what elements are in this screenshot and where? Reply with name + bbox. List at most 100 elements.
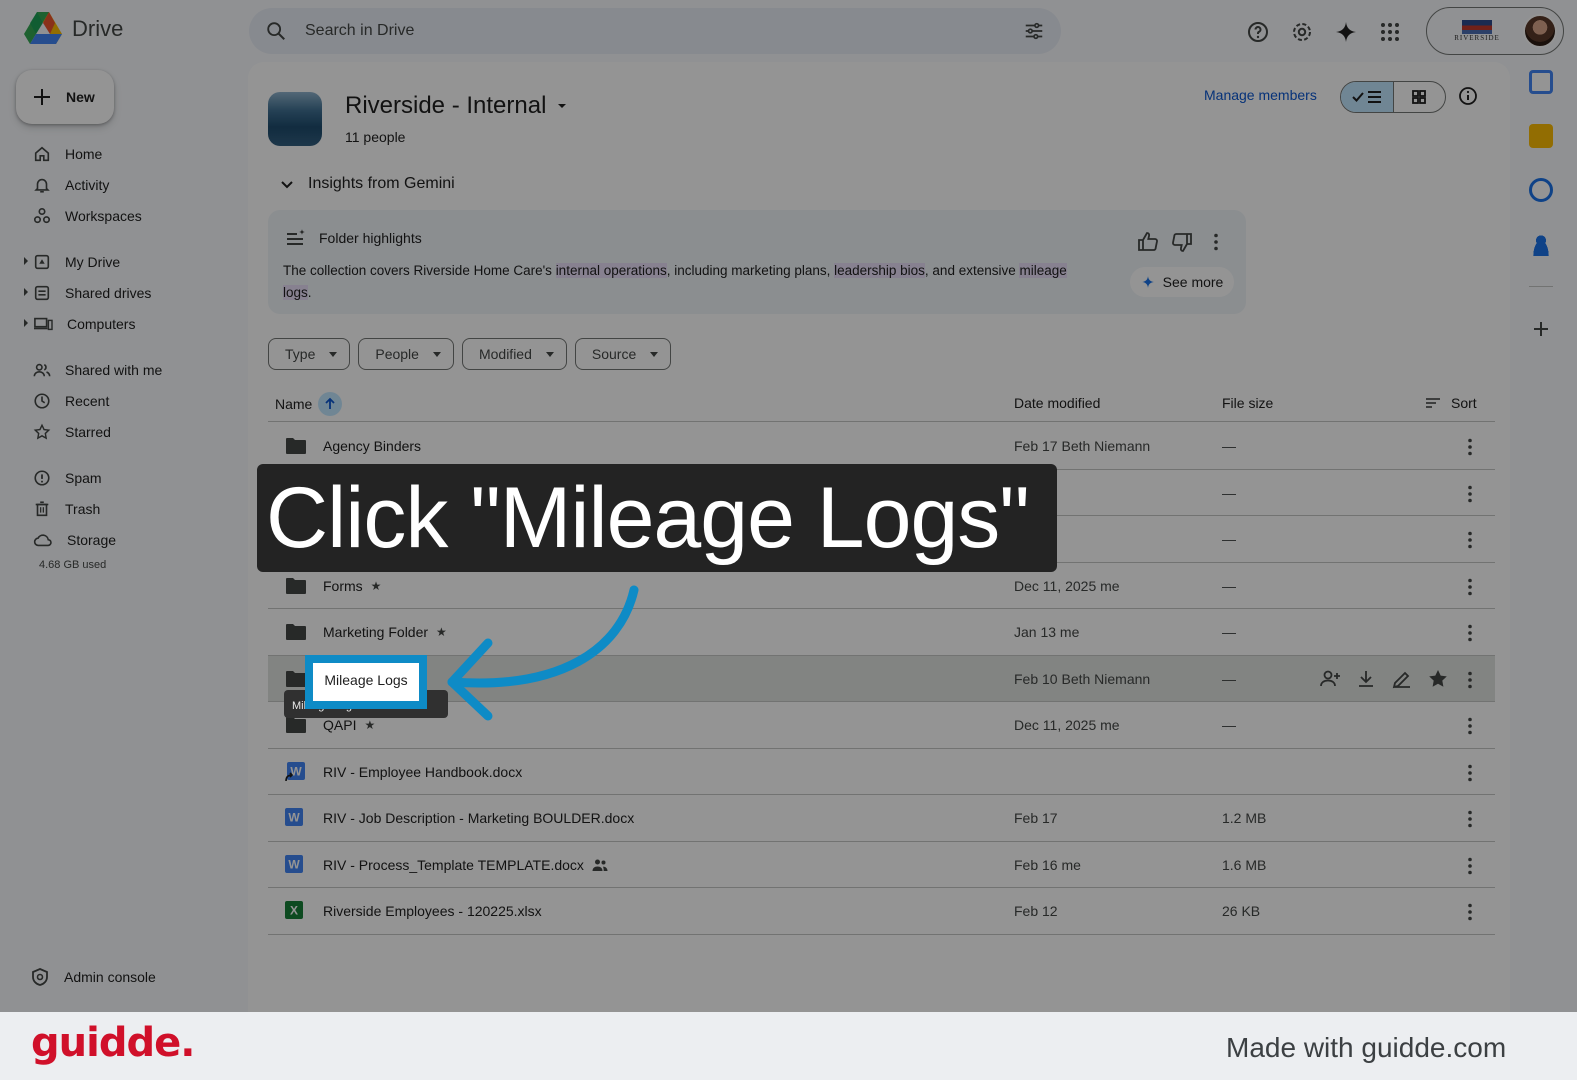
sidebar-item-activity[interactable]: Activity bbox=[0, 169, 240, 200]
new-button[interactable]: New bbox=[16, 70, 114, 124]
sidebar-item-storage[interactable]: Storage bbox=[0, 524, 240, 555]
sort-button[interactable]: Sort bbox=[1425, 395, 1477, 411]
starred-icon: ★ bbox=[370, 578, 382, 593]
folder-highlights-title: Folder highlights bbox=[319, 230, 422, 246]
file-row[interactable]: W RIV - Job Description - Marketing BOULD… bbox=[268, 795, 1495, 842]
made-with-text: Made with guidde.com bbox=[1226, 1032, 1507, 1063]
header-actions bbox=[1240, 14, 1408, 50]
file-name[interactable]: RIV - Employee Handbook.docx bbox=[323, 764, 522, 780]
sidebar-item-recent[interactable]: Recent bbox=[0, 385, 240, 416]
manage-members-link[interactable]: Manage members bbox=[1204, 87, 1317, 103]
expand-caret-icon[interactable] bbox=[24, 319, 28, 327]
file-size: — bbox=[1222, 577, 1236, 594]
sidebar-item-spam[interactable]: Spam bbox=[0, 462, 240, 493]
download-icon[interactable] bbox=[1354, 667, 1378, 691]
tasks-icon[interactable] bbox=[1529, 178, 1553, 202]
file-row[interactable]: Marketing Folder ★ Jan 13 me — bbox=[268, 609, 1495, 656]
sidebar-item-computers[interactable]: Computers bbox=[0, 308, 240, 339]
sidebar-item-shared-with-me[interactable]: Shared with me bbox=[0, 354, 240, 385]
apps-grid-icon[interactable] bbox=[1372, 14, 1408, 50]
see-more-button[interactable]: See more bbox=[1130, 267, 1234, 297]
more-actions-icon[interactable] bbox=[1458, 621, 1482, 648]
more-actions-icon[interactable] bbox=[1458, 900, 1482, 927]
file-row[interactable]: W RIV - Process_Template TEMPLATE.docx Feb… bbox=[268, 842, 1495, 888]
star-icon[interactable] bbox=[1426, 667, 1450, 691]
help-icon[interactable] bbox=[1240, 14, 1276, 50]
more-actions-icon[interactable] bbox=[1458, 668, 1482, 695]
file-name-cell: Forms ★ bbox=[323, 578, 381, 594]
file-size: — bbox=[1222, 438, 1236, 454]
add-addon-plus-icon[interactable] bbox=[1529, 317, 1553, 341]
expand-caret-icon[interactable] bbox=[24, 257, 28, 265]
contacts-icon[interactable] bbox=[1529, 232, 1553, 256]
highlighted-target-mileage-logs[interactable]: Mileage Logs bbox=[305, 655, 427, 709]
file-name[interactable]: QAPI bbox=[323, 717, 356, 733]
share-person-add-icon[interactable] bbox=[1318, 667, 1342, 691]
thumbs-down-icon[interactable] bbox=[1170, 230, 1194, 254]
sidebar-item-label: Shared drives bbox=[65, 284, 152, 301]
account-switcher[interactable]: RIVERSIDE bbox=[1426, 7, 1564, 55]
more-actions-icon[interactable] bbox=[1458, 575, 1482, 602]
file-row[interactable]: Agency Binders Feb 17 Beth Niemann — bbox=[268, 423, 1495, 470]
highlight-keyword[interactable]: leadership bios bbox=[834, 263, 925, 278]
search-input[interactable] bbox=[305, 22, 1023, 40]
gemini-insights-toggle[interactable]: Insights from Gemini bbox=[280, 175, 455, 193]
more-actions-icon[interactable] bbox=[1458, 435, 1482, 462]
more-actions-icon[interactable] bbox=[1458, 807, 1482, 834]
filter-type[interactable]: Type bbox=[268, 338, 351, 370]
filter-modified[interactable]: Modified bbox=[461, 338, 567, 370]
more-actions-icon[interactable] bbox=[1458, 854, 1482, 881]
column-size-header[interactable]: File size bbox=[1222, 395, 1273, 411]
sidebar-item-workspaces[interactable]: Workspaces bbox=[0, 200, 240, 231]
more-actions-icon[interactable] bbox=[1458, 761, 1482, 788]
user-avatar[interactable] bbox=[1523, 14, 1557, 48]
column-date-header[interactable]: Date modified bbox=[1014, 395, 1100, 411]
sort-ascending-icon[interactable] bbox=[318, 392, 343, 416]
gemini-section-title: Insights from Gemini bbox=[308, 175, 455, 192]
highlight-keyword[interactable]: internal operations bbox=[555, 263, 667, 278]
file-row[interactable]: X Riverside Employees - 120225.xlsx Feb 12… bbox=[268, 888, 1495, 935]
rename-pencil-icon[interactable] bbox=[1390, 667, 1414, 691]
date-modified: Feb 10 Beth Niemann bbox=[1014, 670, 1151, 687]
drive-member-count: 11 people bbox=[345, 129, 406, 145]
file-row[interactable]: Mileage Logs Feb 10 Beth Niemann — bbox=[268, 655, 1495, 702]
svg-text:X: X bbox=[290, 904, 298, 918]
settings-gear-icon[interactable] bbox=[1284, 14, 1320, 50]
sidebar-item-label: Trash bbox=[65, 500, 101, 517]
search-options-icon[interactable] bbox=[1023, 20, 1045, 42]
gemini-spark-icon[interactable] bbox=[1328, 14, 1364, 50]
file-name[interactable]: RIV - Job Description - Marketing BOULDE… bbox=[323, 810, 634, 826]
sidebar-item-starred[interactable]: Starred bbox=[0, 416, 240, 447]
sidebar-item-home[interactable]: Home bbox=[0, 138, 240, 169]
search-bar[interactable] bbox=[249, 8, 1061, 54]
column-name-header[interactable]: Name bbox=[275, 392, 343, 416]
calendar-icon[interactable] bbox=[1529, 70, 1553, 94]
sidebar-item-shared-drives[interactable]: Shared drives bbox=[0, 277, 240, 308]
more-vert-icon[interactable] bbox=[1204, 230, 1228, 254]
grid-view-button[interactable] bbox=[1394, 82, 1446, 112]
file-name[interactable]: Marketing Folder bbox=[323, 624, 428, 640]
filter-people[interactable]: People bbox=[358, 338, 454, 370]
more-actions-icon[interactable] bbox=[1458, 482, 1482, 509]
thumbs-up-icon[interactable] bbox=[1136, 230, 1160, 254]
drive-logo[interactable]: Drive bbox=[24, 12, 123, 46]
keep-icon[interactable] bbox=[1529, 124, 1553, 148]
file-name[interactable]: RIV - Process_Template TEMPLATE.docx bbox=[323, 857, 584, 873]
sidebar-item-trash[interactable]: Trash bbox=[0, 493, 240, 524]
filter-source[interactable]: Source bbox=[574, 338, 672, 370]
workspaces-icon bbox=[33, 207, 51, 223]
shared-drives-icon bbox=[34, 285, 50, 300]
more-actions-icon[interactable] bbox=[1458, 714, 1482, 741]
more-actions-icon[interactable] bbox=[1458, 528, 1482, 555]
file-row[interactable]: W RIV - Employee Handbook.docx bbox=[268, 749, 1495, 795]
info-icon[interactable] bbox=[1456, 84, 1480, 113]
expand-caret-icon[interactable] bbox=[24, 288, 28, 296]
list-view-button[interactable] bbox=[1341, 82, 1394, 112]
admin-console-link[interactable]: Admin console bbox=[30, 967, 156, 987]
sidebar-item-my-drive[interactable]: My Drive bbox=[0, 246, 240, 277]
shared-drive-title[interactable]: Riverside - Internal bbox=[345, 92, 568, 120]
file-name[interactable]: Agency Binders bbox=[323, 438, 421, 454]
file-name[interactable]: Riverside Employees - 120225.xlsx bbox=[323, 903, 542, 919]
file-row[interactable]: QAPI ★ Dec 11, 2025 me — bbox=[268, 702, 1495, 749]
file-name[interactable]: Forms bbox=[323, 578, 363, 594]
